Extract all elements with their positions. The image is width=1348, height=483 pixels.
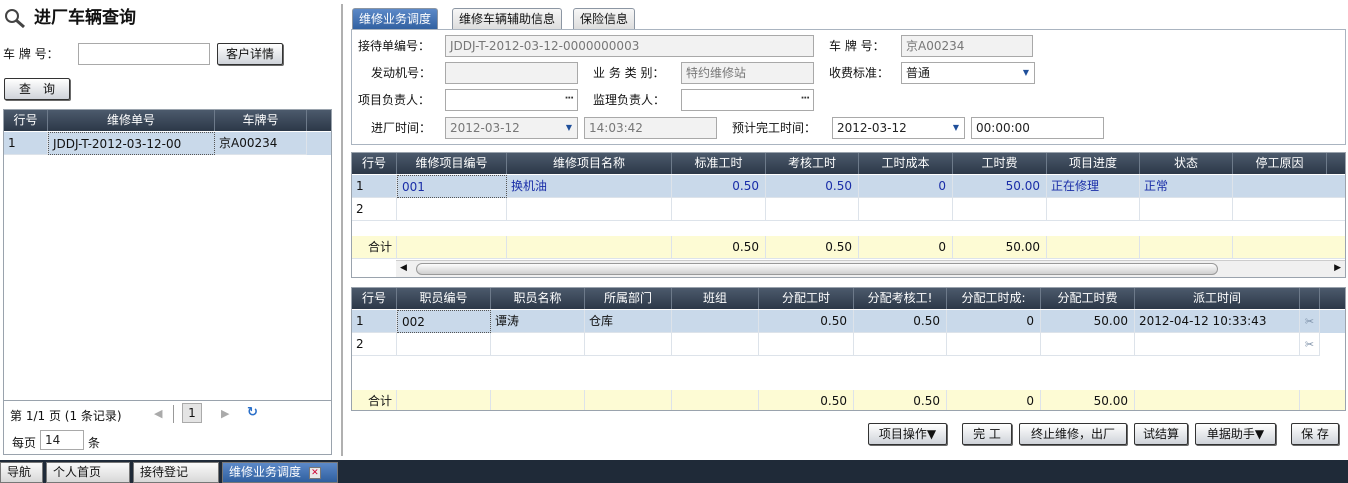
col-header: 标准工时 bbox=[672, 153, 766, 174]
delete-row-icon[interactable]: ✂ bbox=[1300, 310, 1320, 333]
table-row[interactable]: 2 ✂ bbox=[352, 333, 1345, 356]
finish-label: 预计完工时间： bbox=[732, 121, 817, 135]
plate-label: 车 牌 号： bbox=[3, 47, 59, 61]
order-label: 接待单编号： bbox=[358, 39, 431, 53]
scroll-left-icon[interactable]: ◀ bbox=[400, 263, 407, 273]
prev-page-icon[interactable]: ◀ bbox=[154, 407, 162, 420]
col-header: 维修项目编号 bbox=[397, 153, 507, 174]
plate-search-input[interactable] bbox=[78, 43, 210, 65]
ellipsis-icon[interactable]: ··· bbox=[801, 90, 810, 110]
bottom-tab-home[interactable]: 个人首页 bbox=[46, 462, 130, 483]
col-header: 行号 bbox=[352, 153, 397, 174]
per-page-unit: 条 bbox=[88, 436, 101, 450]
col-header: 车牌号 bbox=[215, 110, 307, 131]
delete-row-icon[interactable]: ✂ bbox=[1300, 333, 1320, 356]
supervisor-label: 监理负责人： bbox=[593, 93, 666, 107]
business-type-field[interactable]: 特约维修站 bbox=[681, 62, 814, 84]
refresh-icon[interactable]: ↻ bbox=[247, 405, 258, 420]
col-header: 维修项目名称 bbox=[507, 153, 672, 174]
ellipsis-icon[interactable]: ··· bbox=[565, 90, 574, 110]
col-header: 职员名称 bbox=[491, 288, 585, 309]
table-row[interactable]: 1 001 换机油 0.50 0.50 0 50.00 正在修理 正常 bbox=[352, 175, 1345, 198]
bottom-tab-dispatch[interactable]: 维修业务调度 ✕ bbox=[222, 462, 338, 483]
query-button[interactable]: 查 询 bbox=[4, 78, 70, 100]
project-operation-button[interactable]: 项目操作▼ bbox=[868, 423, 947, 445]
order-number-field[interactable]: JDDJ-T-2012-03-12-0000000003 bbox=[445, 35, 814, 57]
dropdown-arrow-icon: ▼ bbox=[1022, 68, 1030, 77]
search-icon bbox=[3, 7, 27, 29]
bottom-tab-reception[interactable]: 接待登记 bbox=[133, 462, 219, 483]
close-icon[interactable]: ✕ bbox=[308, 466, 321, 479]
finish-time-field[interactable]: 00:00:00 bbox=[971, 117, 1104, 139]
col-header: 状态 bbox=[1140, 153, 1233, 174]
horizontal-scrollbar[interactable]: ◀ ▶ bbox=[396, 260, 1345, 277]
scroll-right-icon[interactable]: ▶ bbox=[1334, 263, 1341, 273]
engine-label: 发动机号： bbox=[371, 66, 432, 80]
terminate-repair-button[interactable]: 终止维修，出厂 bbox=[1019, 423, 1127, 445]
in-date-picker[interactable]: 2012-03-12 ▼ bbox=[445, 117, 578, 139]
pager-info: 第 1/1 页 (1 条记录) bbox=[10, 409, 122, 423]
summary-row: 合计 0.50 0.50 0 50.00 bbox=[352, 390, 1345, 410]
col-header: 考核工时 bbox=[766, 153, 859, 174]
dropdown-arrow-icon: ▼ bbox=[952, 123, 960, 132]
fee-standard-select[interactable]: 普通 ▼ bbox=[901, 62, 1035, 84]
col-header: 所属部门 bbox=[585, 288, 672, 309]
customer-detail-button[interactable]: 客户详情 bbox=[217, 43, 283, 65]
per-page-label: 每页 bbox=[12, 436, 37, 450]
col-header: 维修单号 bbox=[48, 110, 215, 131]
col-header: 分配工时成: bbox=[947, 288, 1041, 309]
table-row[interactable]: 1 002 谭涛 仓库 0.50 0.50 0 50.00 2012-04-12… bbox=[352, 310, 1345, 333]
col-header: 工时成本 bbox=[859, 153, 953, 174]
supervisor-field[interactable]: ··· bbox=[681, 89, 814, 111]
staff-assignment-grid: 行号 职员编号 职员名称 所属部门 班组 分配工时 分配考核工! 分配工时成: … bbox=[351, 287, 1346, 411]
col-header: 班组 bbox=[672, 288, 759, 309]
in-time-label: 进厂时间： bbox=[371, 121, 432, 135]
panel-divider[interactable] bbox=[341, 4, 343, 456]
tab-insurance[interactable]: 保险信息 bbox=[573, 8, 636, 30]
col-header: 停工原因 bbox=[1233, 153, 1327, 174]
trial-settlement-button[interactable]: 试结算 bbox=[1134, 423, 1188, 445]
col-header: 派工时间 bbox=[1135, 288, 1300, 309]
col-header: 分配工时费 bbox=[1041, 288, 1135, 309]
project-owner-field[interactable]: ··· bbox=[445, 89, 578, 111]
col-header: 行号 bbox=[352, 288, 397, 309]
page-number[interactable]: 1 bbox=[182, 403, 202, 423]
col-header: 工时费 bbox=[953, 153, 1047, 174]
owner-label: 项目负责人： bbox=[358, 93, 431, 107]
col-header: 行号 bbox=[4, 110, 48, 131]
col-header: 分配工时 bbox=[759, 288, 854, 309]
plate-field[interactable]: 京A00234 bbox=[901, 35, 1033, 57]
biz-label: 业 务 类 别： bbox=[593, 66, 665, 80]
next-page-icon[interactable]: ▶ bbox=[221, 407, 229, 420]
per-page-input[interactable]: 14 bbox=[40, 430, 84, 450]
col-header: 职员编号 bbox=[397, 288, 491, 309]
form-plate-label: 车 牌 号： bbox=[829, 39, 885, 53]
save-button[interactable]: 保 存 bbox=[1291, 423, 1339, 445]
table-row[interactable]: 2 bbox=[352, 198, 1345, 221]
scrollbar-thumb[interactable] bbox=[416, 263, 1218, 275]
dropdown-arrow-icon: ▼ bbox=[565, 123, 573, 132]
col-header: 分配考核工! bbox=[854, 288, 947, 309]
complete-button[interactable]: 完 工 bbox=[962, 423, 1012, 445]
fee-label: 收费标准： bbox=[829, 66, 890, 80]
col-header: 项目进度 bbox=[1047, 153, 1140, 174]
bottom-tab-navigation[interactable]: 导航 bbox=[0, 462, 43, 483]
page-title: 进厂车辆查询 bbox=[34, 8, 136, 28]
table-row[interactable]: 1 JDDJ-T-2012-03-12-00 京A00234 bbox=[4, 132, 331, 155]
vehicle-list-grid: 行号 维修单号 车牌号 1 JDDJ-T-2012-03-12-00 京A002… bbox=[3, 109, 332, 455]
finish-date-picker[interactable]: 2012-03-12 ▼ bbox=[832, 117, 965, 139]
tab-dispatch[interactable]: 维修业务调度 bbox=[352, 8, 439, 30]
summary-row: 合计 0.50 0.50 0 50.00 bbox=[352, 236, 1345, 259]
in-time-field[interactable]: 14:03:42 bbox=[584, 117, 717, 139]
tab-vehicle-info[interactable]: 维修车辆辅助信息 bbox=[452, 8, 563, 30]
engine-number-field[interactable] bbox=[445, 62, 578, 84]
repair-items-grid: 行号 维修项目编号 维修项目名称 标准工时 考核工时 工时成本 工时费 项目进度… bbox=[351, 152, 1346, 278]
document-helper-button[interactable]: 单据助手▼ bbox=[1195, 423, 1276, 445]
